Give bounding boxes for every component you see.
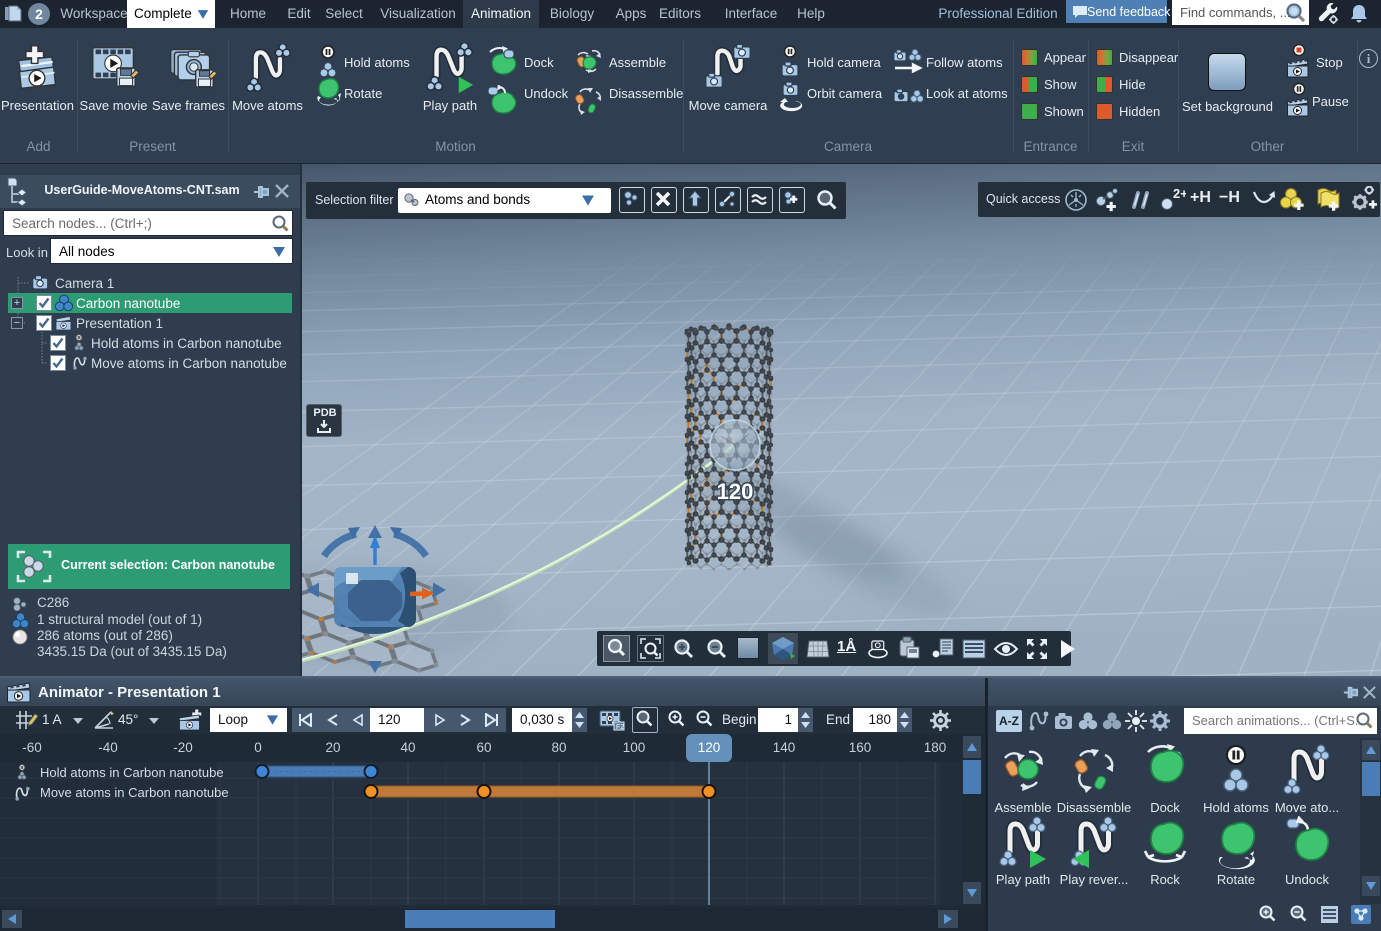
svg-text:F2: F2 (616, 724, 624, 731)
svg-text:2+: 2+ (1173, 186, 1186, 201)
svg-text:120: 120 (717, 479, 754, 504)
